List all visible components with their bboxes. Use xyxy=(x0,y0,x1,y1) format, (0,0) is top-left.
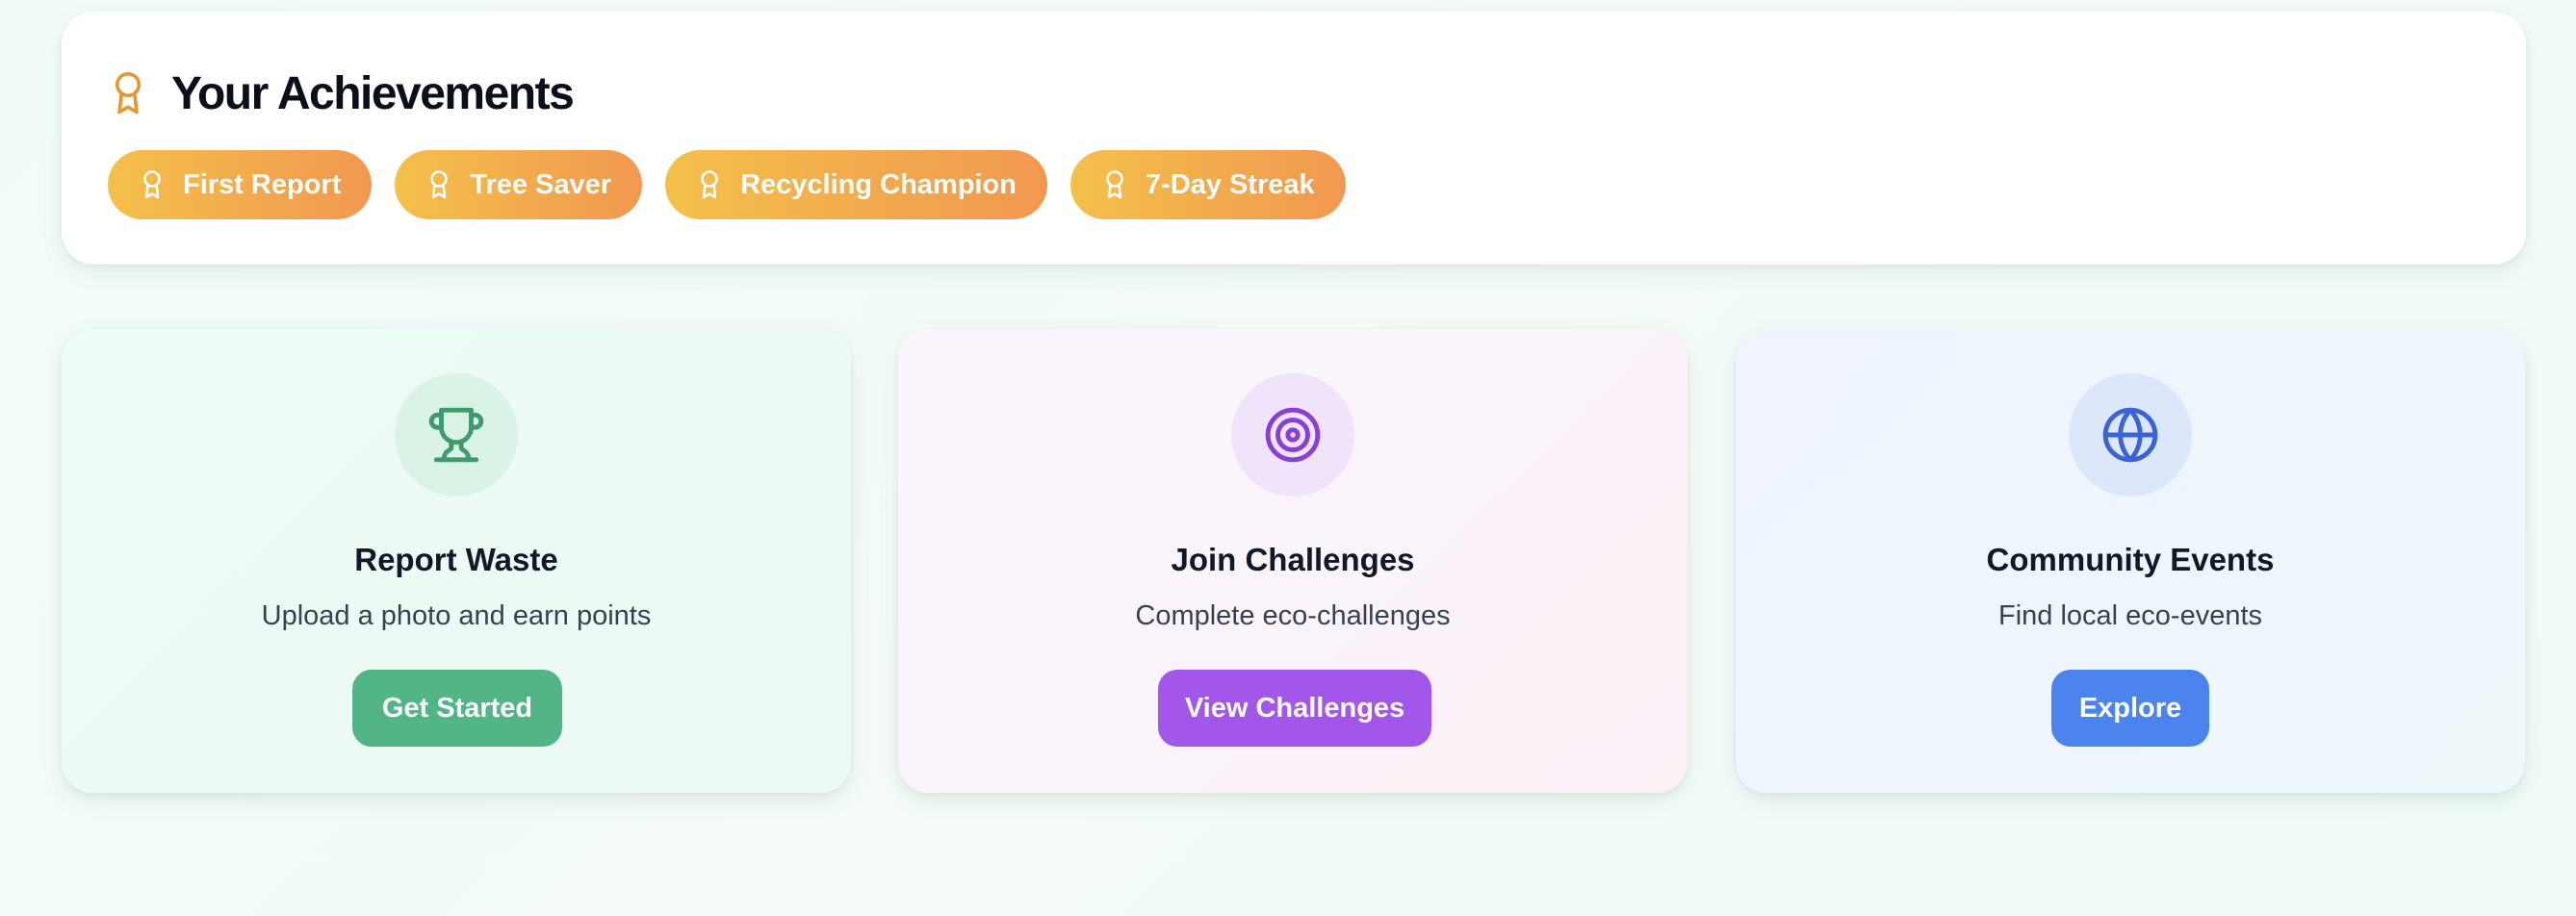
badge-label: First Report xyxy=(183,168,342,200)
icon-circle xyxy=(395,373,518,496)
achievements-title: Your Achievements xyxy=(171,67,575,119)
icon-circle xyxy=(2069,373,2192,496)
badge-label: 7-Day Streak xyxy=(1145,168,1315,200)
award-icon xyxy=(143,170,161,199)
badge-first-report[interactable]: First Report xyxy=(108,150,373,219)
badge-tree-saver[interactable]: Tree Saver xyxy=(395,150,643,219)
card-description: Upload a photo and earn points xyxy=(261,600,652,631)
join-challenges-card: Join Challenges Complete eco-challenges … xyxy=(898,329,1687,793)
target-icon xyxy=(1265,407,1321,463)
award-icon xyxy=(1106,170,1123,199)
award-icon xyxy=(430,170,449,199)
card-description: Find local eco-events xyxy=(1997,600,2263,631)
badge-list: First Report Tree Saver Recycling Champi… xyxy=(108,150,1369,219)
badge-label: Tree Saver xyxy=(470,168,612,200)
badge-label: Recycling Champion xyxy=(740,168,1017,200)
achievements-header: Your Achievements xyxy=(110,58,575,129)
get-started-button[interactable]: Get Started xyxy=(352,670,562,747)
award-icon xyxy=(115,71,142,114)
badge-recycling-champion[interactable]: Recycling Champion xyxy=(665,150,1047,219)
icon-circle xyxy=(1231,373,1354,496)
card-title: Report Waste xyxy=(354,542,558,577)
award-icon xyxy=(701,170,718,199)
community-events-card: Community Events Find local eco-events E… xyxy=(1736,329,2525,793)
card-title: Community Events xyxy=(1986,542,2275,577)
badge-7-day-streak[interactable]: 7-Day Streak xyxy=(1069,150,1346,219)
explore-button[interactable]: Explore xyxy=(2051,670,2209,747)
report-waste-card: Report Waste Upload a photo and earn poi… xyxy=(62,329,851,793)
globe-icon xyxy=(2102,407,2158,463)
achievements-panel: Your Achievements First Report Tree Save… xyxy=(62,12,2526,265)
card-title: Join Challenges xyxy=(1171,542,1415,577)
card-description: Complete eco-challenges xyxy=(1135,600,1451,631)
view-challenges-button[interactable]: View Challenges xyxy=(1158,670,1431,747)
trophy-icon xyxy=(428,407,484,463)
